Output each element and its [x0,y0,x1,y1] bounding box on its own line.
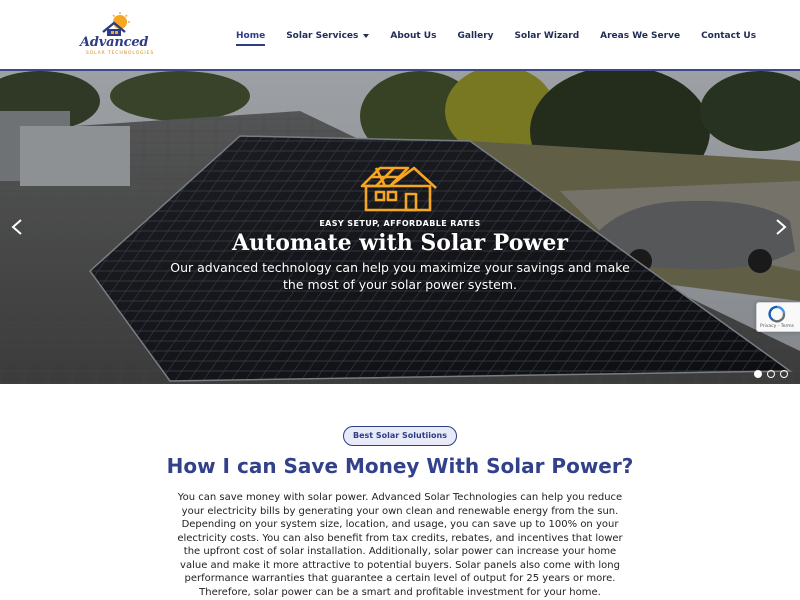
solar-house-icon [360,166,437,212]
hero-title: Automate with Solar Power [232,230,568,256]
nav-item-label: Solar Services [286,31,359,41]
logo-tagline: SOLAR TECHNOLOGIES [85,51,155,56]
nav-item-label: Gallery [457,31,494,41]
main-nav: Home Solar Services About Us Gallery Sol… [236,27,756,46]
nav-item-label: Areas We Serve [600,31,681,41]
site-header: Advanced SOLAR TECHNOLOGIES Home Solar S… [0,0,800,69]
slider-dot[interactable] [767,370,775,378]
nav-item-label: Contact Us [701,31,757,41]
nav-item-gallery[interactable]: Gallery [457,31,493,41]
section-title: How I can Save Money With Solar Power? [166,454,634,478]
section-body: You can save money with solar power. Adv… [177,492,623,598]
logo-wordmark: Advanced [80,35,149,50]
recaptcha-icon [768,305,786,323]
hero-subtitle: Our advanced technology can help you max… [170,260,630,292]
nav-item-home[interactable]: Home [236,31,266,46]
section-badge: Best Solar Solutiions [343,426,457,446]
slider-dot[interactable] [754,370,762,378]
nav-item-solar-wizard[interactable]: Solar Wizard [515,31,580,41]
nav-item-about-us[interactable]: About Us [390,31,436,41]
slider-dots [754,370,793,378]
nav-item-label: Solar Wizard [514,31,580,41]
hero-eyebrow: EASY SETUP, AFFORDABLE RATES [319,219,481,228]
nav-item-contact-us[interactable]: Contact Us [701,31,756,41]
chevron-left-icon[interactable] [10,218,24,236]
slider-dot[interactable] [780,370,788,378]
nav-item-areas-we-serve[interactable]: Areas We Serve [600,31,680,41]
recaptcha-badge[interactable]: Privacy - Terms [756,302,800,332]
recaptcha-links[interactable]: Privacy - Terms [760,324,794,329]
chevron-right-icon[interactable] [774,218,788,236]
nav-item-label: Home [236,31,266,41]
nav-item-solar-services[interactable]: Solar Services [286,31,370,41]
chevron-down-icon [363,34,370,38]
logo[interactable]: Advanced SOLAR TECHNOLOGIES [78,12,158,56]
nav-item-label: About Us [390,31,437,41]
hero-slider: EASY SETUP, AFFORDABLE RATES Automate wi… [0,71,800,384]
